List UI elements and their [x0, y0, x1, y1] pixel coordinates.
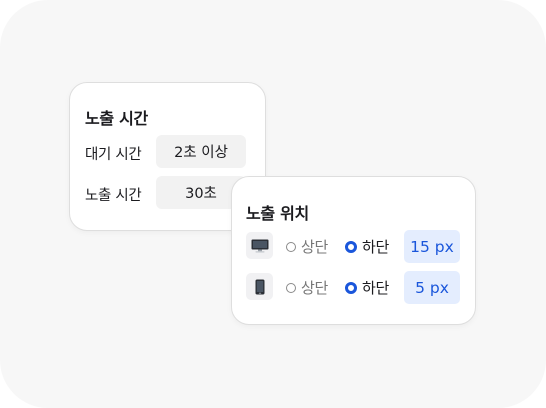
mobile-phone-icon	[246, 273, 273, 300]
mobile-position-row: 상단 하단 5 px	[246, 271, 461, 304]
exposure-duration-label: 노출 시간	[85, 188, 142, 204]
desktop-bottom-label: 하단	[362, 238, 390, 256]
radio-unchecked-icon	[286, 241, 296, 252]
exposure-position-card: 노출 위치 상단 하단 15 px 상단 하단 5 px	[231, 176, 476, 325]
mobile-bottom-label: 하단	[362, 279, 390, 297]
wait-time-label: 대기 시간	[85, 147, 142, 163]
mobile-offset-input[interactable]: 5 px	[404, 271, 460, 304]
desktop-top-label: 상단	[301, 238, 329, 256]
desktop-position-row: 상단 하단 15 px	[246, 230, 461, 263]
exposure-position-title: 노출 위치	[246, 204, 309, 223]
mobile-bottom-radio[interactable]: 하단	[345, 271, 389, 304]
radio-unchecked-icon	[286, 282, 296, 293]
mobile-top-radio[interactable]: 상단	[286, 271, 328, 304]
wait-time-value-field[interactable]: 2초 이상	[156, 135, 246, 168]
radio-checked-icon	[345, 240, 357, 253]
desktop-bottom-radio[interactable]: 하단	[345, 230, 389, 263]
radio-checked-icon	[345, 281, 357, 294]
exposure-time-title: 노출 시간	[85, 109, 148, 128]
mobile-top-label: 상단	[301, 279, 329, 297]
desktop-offset-input[interactable]: 15 px	[404, 230, 460, 263]
desktop-top-radio[interactable]: 상단	[286, 230, 328, 263]
desktop-monitor-icon	[246, 232, 273, 259]
